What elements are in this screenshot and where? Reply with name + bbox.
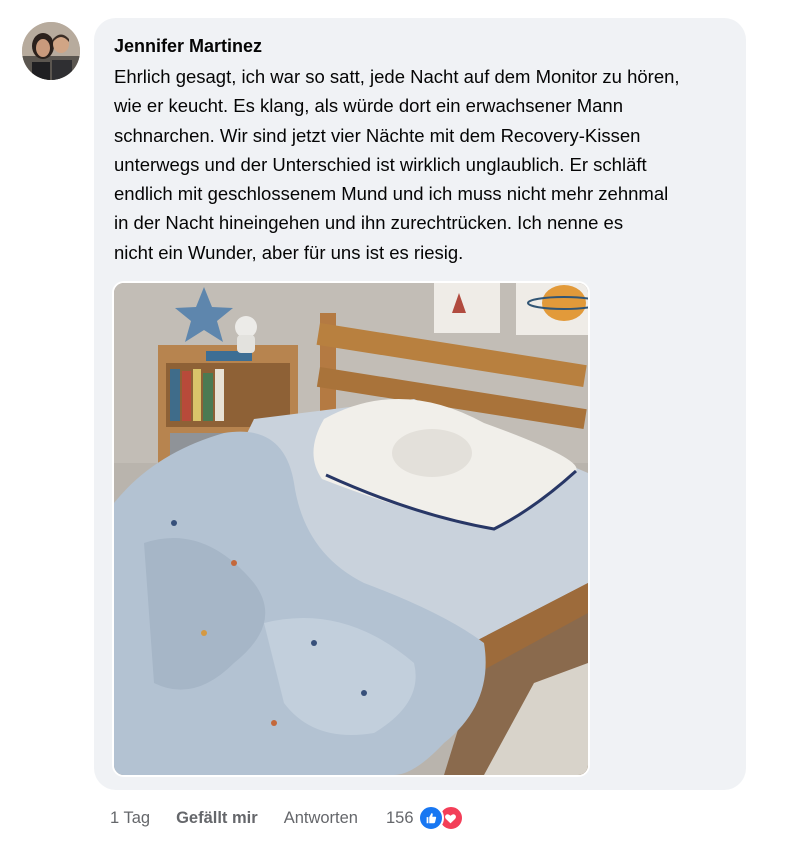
avatar-photo bbox=[22, 22, 80, 80]
comment-line: wie er keucht. Es klang, als würde dort … bbox=[114, 95, 624, 117]
comment-photo[interactable] bbox=[112, 281, 590, 777]
comment-text: Ehrlich gesagt, ich war so satt, jede Na… bbox=[114, 62, 734, 267]
comment-line: unterwegs und der Unterschied ist wirkli… bbox=[114, 153, 647, 175]
reactions-summary[interactable]: 156 bbox=[386, 805, 464, 831]
bed-pillow-image bbox=[114, 283, 588, 775]
like-button[interactable]: Gefällt mir bbox=[176, 809, 258, 828]
reply-button[interactable]: Antworten bbox=[284, 809, 358, 828]
reaction-count: 156 bbox=[385, 808, 414, 827]
comment-line: Ehrlich gesagt, ich war so satt, jede Na… bbox=[114, 66, 680, 87]
comment-line: schnarchen. Wir sind jetzt vier Nächte m… bbox=[114, 124, 641, 146]
avatar[interactable] bbox=[22, 22, 80, 80]
comment-author[interactable]: Jennifer Martinez bbox=[114, 36, 262, 57]
like-thumb-icon bbox=[417, 805, 444, 831]
comment-actions: 1 Tag Gefällt mir Antworten 156 bbox=[110, 805, 464, 831]
comment-line: nicht ein Wunder, aber für uns ist es ri… bbox=[114, 241, 464, 263]
comment-line: endlich mit geschlossenem Mund und ich m… bbox=[114, 183, 669, 205]
comment-line: in der Nacht hineingehen und ihn zurecht… bbox=[114, 212, 624, 234]
comment-timestamp[interactable]: 1 Tag bbox=[110, 809, 150, 828]
